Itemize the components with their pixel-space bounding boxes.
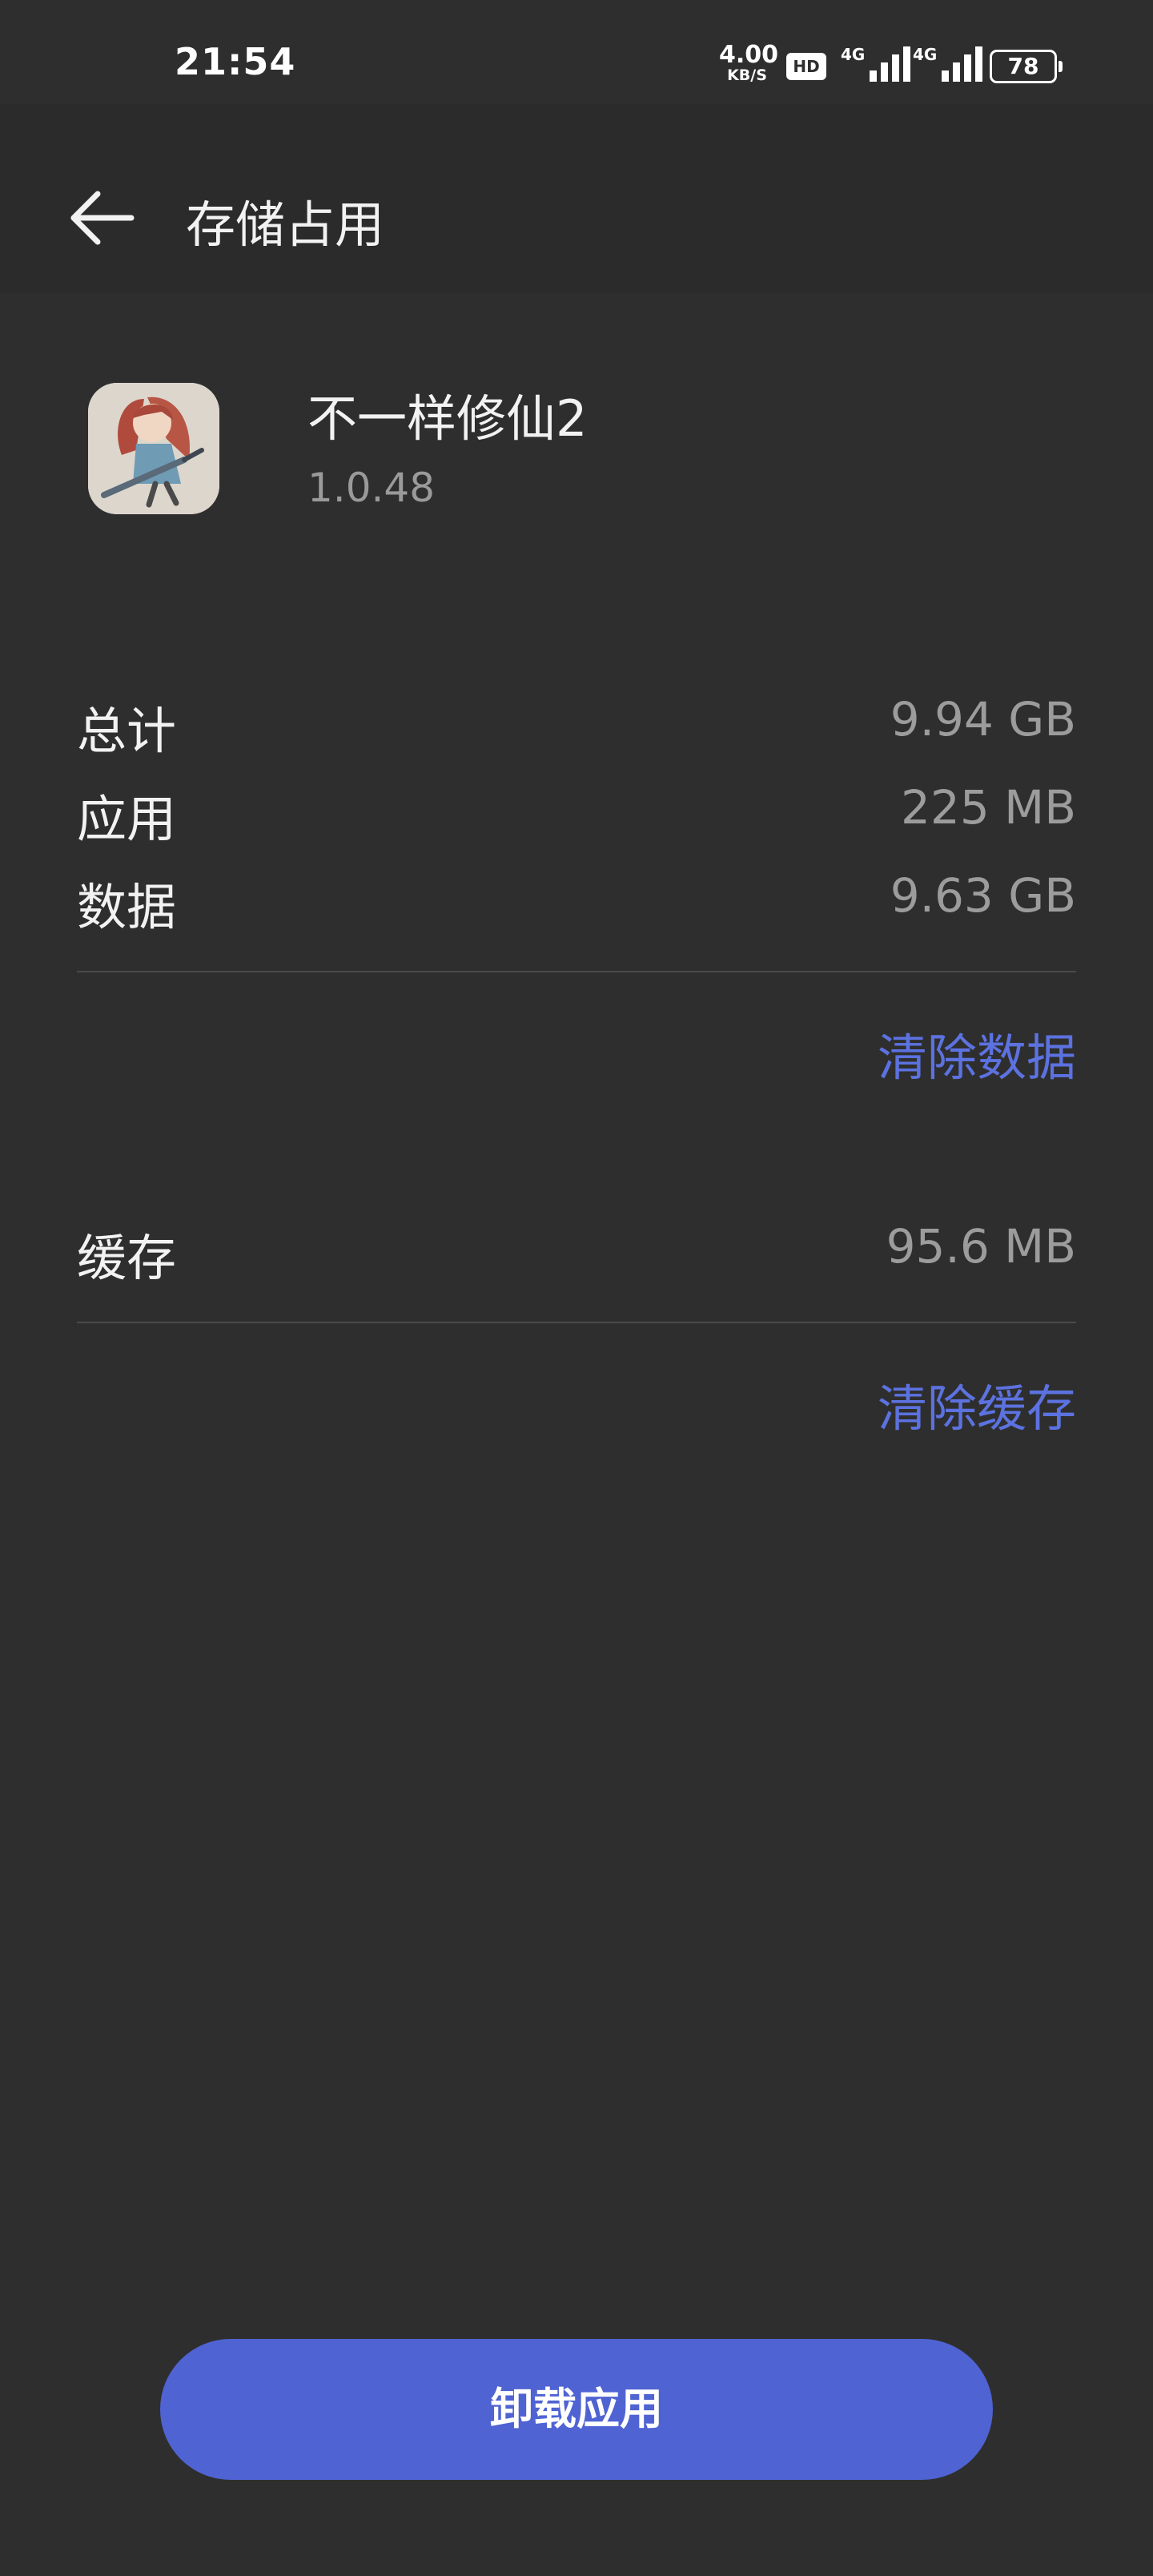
status-time: 21:54 xyxy=(175,40,296,83)
app-size-row: 应用 225 MB xyxy=(77,779,1076,851)
data-size-value: 9.63 GB xyxy=(890,868,1076,923)
clear-cache-button[interactable]: 清除缓存 xyxy=(878,1368,1076,1440)
divider xyxy=(77,971,1076,972)
divider-cache xyxy=(77,1322,1076,1323)
battery-icon: 78 xyxy=(990,50,1063,83)
app-size-label: 应用 xyxy=(77,790,177,848)
page-title: 存储占用 xyxy=(186,195,385,254)
arrow-left-icon xyxy=(70,191,135,245)
signal-strength-icon-2: 4G xyxy=(913,45,985,82)
battery-level: 78 xyxy=(1007,53,1039,79)
data-size-label: 数据 xyxy=(77,878,177,936)
app-icon xyxy=(88,383,219,514)
cache-label: 缓存 xyxy=(77,1229,177,1287)
total-value: 9.94 GB xyxy=(890,692,1076,747)
cache-value: 95.6 MB xyxy=(886,1219,1076,1274)
uninstall-button[interactable]: 卸载应用 xyxy=(160,2339,993,2480)
total-row: 总计 9.94 GB xyxy=(77,690,1076,763)
app-size-value: 225 MB xyxy=(901,780,1076,835)
network-speed-unit: KB/S xyxy=(727,66,767,84)
app-name: 不一样修仙2 xyxy=(307,389,588,448)
data-size-row: 数据 9.63 GB xyxy=(77,867,1076,939)
cache-row: 缓存 95.6 MB xyxy=(77,1218,1076,1290)
status-bar: 21:54 4.00 KB/S HD 4G 4G 78 xyxy=(0,0,1153,104)
clear-data-button[interactable]: 清除数据 xyxy=(878,1017,1076,1089)
signal-network-type-2: 4G xyxy=(913,45,938,64)
hd-voice-icon: HD xyxy=(786,53,826,80)
total-label: 总计 xyxy=(77,702,177,760)
signal-strength-icon: 4G xyxy=(841,45,913,82)
network-speed-value: 4.00 xyxy=(719,41,779,69)
back-button[interactable] xyxy=(62,178,143,258)
app-bar xyxy=(0,104,1153,293)
network-speed: 4.00 KB/S xyxy=(719,41,779,84)
app-version: 1.0.48 xyxy=(307,465,436,511)
signal-network-type: 4G xyxy=(841,45,866,64)
